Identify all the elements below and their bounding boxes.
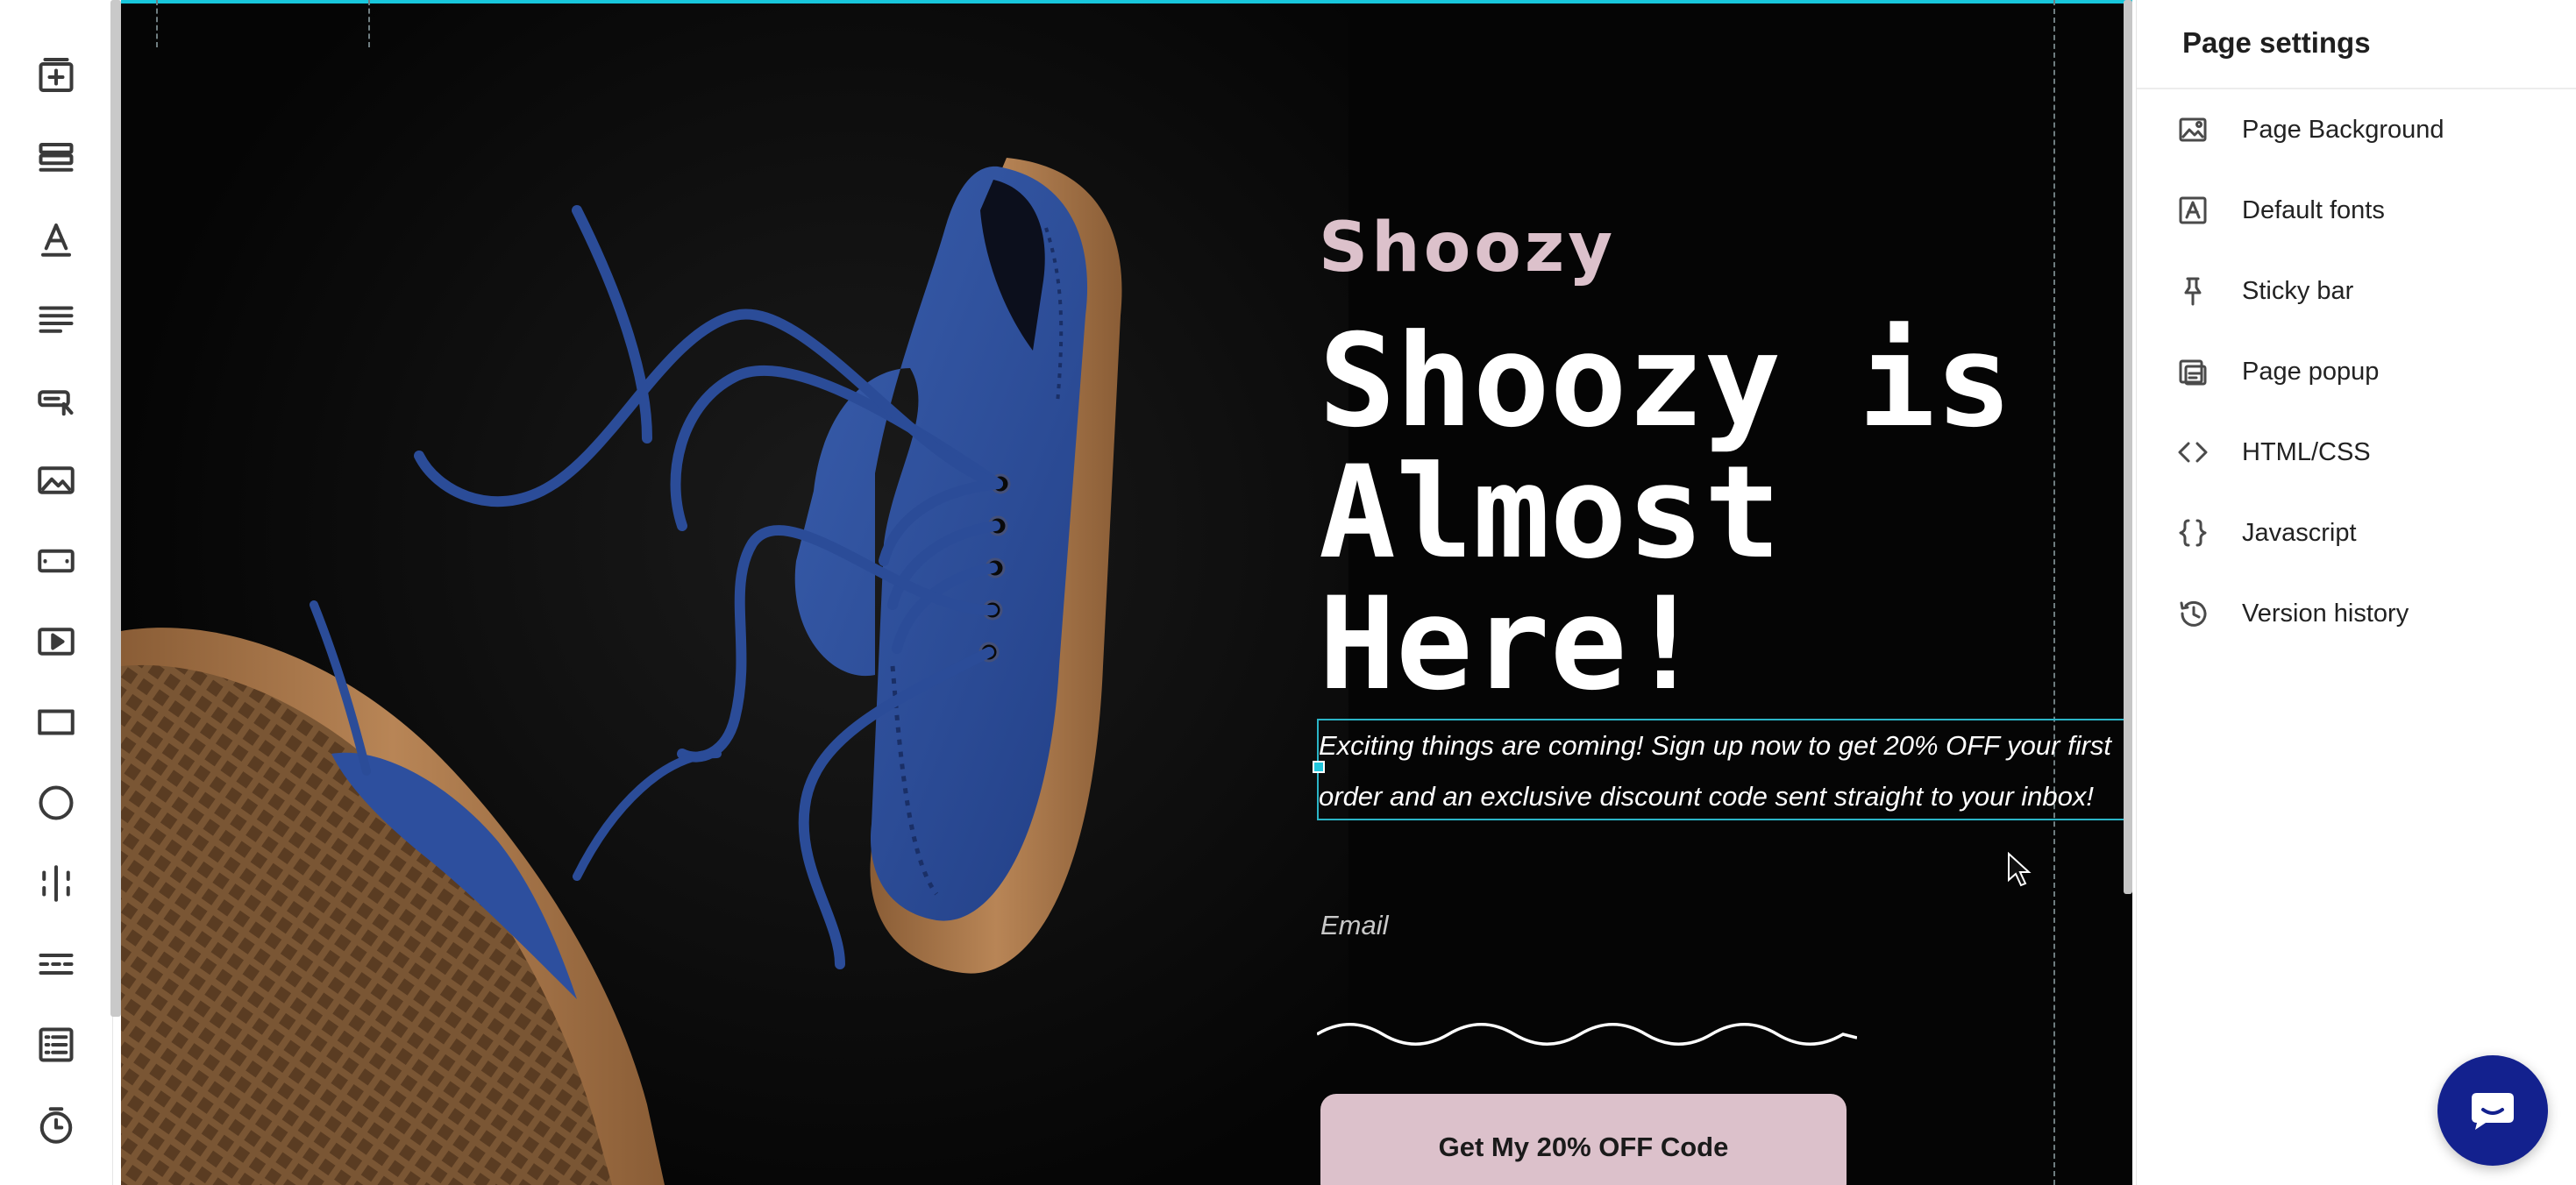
chat-support-button[interactable] bbox=[2437, 1055, 2548, 1166]
menu-item-label: Version history bbox=[2242, 599, 2409, 628]
font-icon bbox=[2174, 191, 2212, 230]
list-form-icon[interactable] bbox=[26, 1015, 86, 1075]
chat-bubble-icon bbox=[2472, 1093, 2514, 1130]
menu-item-html-css[interactable]: HTML/CSS bbox=[2163, 417, 2549, 487]
brand-logo[interactable]: Shoozy bbox=[1319, 209, 1616, 287]
pin-icon bbox=[2174, 272, 2212, 310]
hero-headline[interactable]: Shoozy is Almost Here! bbox=[1319, 316, 2108, 710]
panel-divider bbox=[2137, 88, 2576, 89]
history-icon bbox=[2174, 594, 2212, 633]
selected-text-block[interactable]: Exciting things are coming! Sign up now … bbox=[1313, 719, 2129, 820]
layout-guide bbox=[368, 0, 370, 47]
get-discount-button[interactable]: Get My 20% OFF Code bbox=[1320, 1094, 1847, 1185]
email-field-underline[interactable] bbox=[1317, 1017, 1857, 1052]
panel-title: Page settings bbox=[2182, 26, 2371, 59]
menu-item-label: Sticky bar bbox=[2242, 276, 2354, 305]
code-icon bbox=[2174, 433, 2212, 472]
email-field-label[interactable]: Email bbox=[1320, 910, 1389, 941]
page-canvas[interactable]: Shoozy Shoozy is Almost Here! Exciting t… bbox=[121, 0, 2132, 1185]
paragraph-icon[interactable] bbox=[26, 289, 86, 349]
sneaker-hero-image bbox=[121, 0, 1348, 1185]
popup-icon bbox=[2174, 352, 2212, 391]
canvas-scrollbar[interactable] bbox=[2124, 0, 2132, 894]
menu-item-label: Page popup bbox=[2242, 357, 2380, 386]
rows-icon[interactable] bbox=[26, 128, 86, 188]
image-icon bbox=[2174, 110, 2212, 149]
braces-icon bbox=[2174, 514, 2212, 552]
timer-icon[interactable] bbox=[26, 1096, 86, 1155]
menu-item-label: HTML/CSS bbox=[2242, 437, 2371, 466]
video-icon[interactable] bbox=[26, 612, 86, 671]
toolbar-scrollbar[interactable] bbox=[110, 0, 121, 1017]
divider-icon[interactable] bbox=[26, 934, 86, 994]
menu-item-page-popup[interactable]: Page popup bbox=[2163, 337, 2549, 407]
page-settings-panel: Page settings Page Background Default fo… bbox=[2136, 0, 2576, 1185]
menu-item-sticky-bar[interactable]: Sticky bar bbox=[2163, 256, 2549, 326]
add-section-icon[interactable] bbox=[26, 47, 86, 107]
menu-item-javascript[interactable]: Javascript bbox=[2163, 498, 2549, 568]
menu-item-label: Page Background bbox=[2242, 115, 2444, 144]
image-icon[interactable] bbox=[26, 451, 86, 510]
columns-icon[interactable] bbox=[26, 854, 86, 913]
selection-top-edge bbox=[121, 0, 2132, 4]
layout-guide bbox=[156, 0, 158, 47]
rectangle-icon[interactable] bbox=[26, 692, 86, 752]
circle-icon[interactable] bbox=[26, 773, 86, 833]
menu-item-page-background[interactable]: Page Background bbox=[2163, 95, 2549, 165]
menu-item-version-history[interactable]: Version history bbox=[2163, 578, 2549, 649]
form-field-icon[interactable] bbox=[26, 531, 86, 591]
hero-description[interactable]: Exciting things are coming! Sign up now … bbox=[1319, 730, 2111, 812]
menu-item-default-fonts[interactable]: Default fonts bbox=[2163, 175, 2549, 245]
element-toolbar bbox=[0, 0, 113, 1185]
mouse-cursor-icon bbox=[2008, 852, 2032, 887]
sneaker-illustration bbox=[121, 0, 1348, 1185]
menu-item-label: Default fonts bbox=[2242, 195, 2385, 224]
text-icon[interactable] bbox=[26, 209, 86, 268]
button-icon[interactable] bbox=[26, 370, 86, 429]
resize-handle[interactable] bbox=[1313, 761, 1325, 773]
menu-item-label: Javascript bbox=[2242, 518, 2357, 547]
